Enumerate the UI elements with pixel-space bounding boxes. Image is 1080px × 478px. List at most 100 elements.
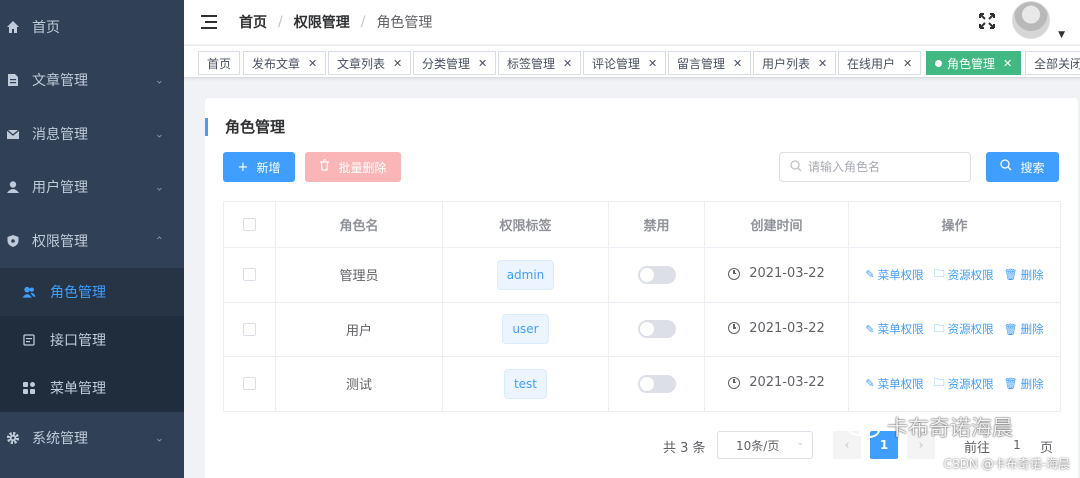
sidebar-item-api-management[interactable]: 接口管理 — [0, 316, 184, 364]
add-button[interactable]: + 新增 — [223, 152, 295, 182]
sidebar-item-role-management[interactable]: 角色管理 — [0, 267, 184, 316]
disable-switch[interactable] — [637, 320, 676, 339]
delete-button[interactable]: 🗑 删除 — [1004, 374, 1044, 393]
folder-icon: 🗀 — [933, 376, 945, 390]
batch-delete-button[interactable]: 批量删除 — [305, 152, 401, 182]
page-size-select[interactable]: 10条/页 ⌄ — [717, 431, 813, 459]
menu-permission-button[interactable]: ✎ 菜单权限 — [865, 320, 923, 339]
delete-button[interactable]: 🗑 删除 — [1004, 320, 1044, 339]
card-title: 角色管理 — [205, 118, 285, 136]
trash-icon: 🗑 — [1003, 322, 1018, 336]
gear-icon — [6, 431, 20, 445]
tag-user-list[interactable]: 用户列表 ✕ — [753, 51, 837, 75]
chevron-down-icon: ⌄ — [154, 431, 164, 445]
hamburger-icon[interactable] — [201, 15, 217, 29]
disable-switch[interactable] — [637, 374, 676, 393]
search-input[interactable] — [808, 160, 958, 174]
breadcrumb-separator: / — [278, 14, 283, 30]
users-icon — [22, 285, 36, 299]
tag-publish-article[interactable]: 发布文章 ✕ — [243, 51, 327, 75]
tag-online-users[interactable]: 在线用户 ✕ — [838, 51, 922, 75]
tag-label: 分类管理 — [422, 56, 471, 71]
tag-article-list[interactable]: 文章列表 ✕ — [328, 51, 412, 75]
tag-label: 首页 — [207, 56, 232, 71]
chevron-down-icon: ⌄ — [796, 438, 804, 448]
close-icon[interactable]: ✕ — [563, 57, 572, 70]
search-button[interactable]: 搜索 — [986, 152, 1059, 182]
permission-tag: test — [503, 368, 548, 399]
tag-category[interactable]: 分类管理 ✕ — [413, 51, 497, 75]
tag-label-management[interactable]: 标签管理 ✕ — [498, 51, 582, 75]
tag-label: 角色管理 — [947, 56, 996, 71]
permissions-submenu: 角色管理 接口管理 菜单管理 — [0, 267, 184, 412]
close-icon[interactable]: ✕ — [478, 57, 487, 70]
close-icon[interactable]: ✕ — [1003, 57, 1012, 70]
table-row: 管理员 admin 2021-03-22 ✎ 菜单权限 🗀 资源权限 🗑 删除 — [223, 247, 1061, 303]
mail-icon — [6, 127, 20, 141]
breadcrumb-item[interactable]: 权限管理 — [294, 12, 350, 32]
sidebar-item-home[interactable]: 首页 — [0, 0, 184, 54]
sidebar-item-messages[interactable]: 消息管理 ⌄ — [0, 107, 184, 161]
permission-tag: admin — [496, 259, 555, 290]
breadcrumb-item[interactable]: 首页 — [239, 12, 267, 32]
resource-permission-button[interactable]: 🗀 资源权限 — [934, 265, 994, 284]
sidebar-item-users[interactable]: 用户管理 ⌄ — [0, 161, 184, 215]
page-size-value: 10条/页 — [736, 438, 780, 453]
resource-permission-button[interactable]: 🗀 资源权限 — [934, 320, 994, 339]
role-name-cell: 管理员 — [275, 247, 443, 303]
clock-icon — [728, 376, 741, 389]
shield-icon — [6, 234, 20, 248]
api-icon — [22, 333, 36, 347]
tag-label: 评论管理 — [592, 56, 641, 71]
menu-permission-button[interactable]: ✎ 菜单权限 — [865, 374, 923, 393]
table-row: 测试 test 2021-03-22 ✎ 菜单权限 🗀 资源权限 🗑 删除 — [223, 356, 1061, 412]
tag-close-all[interactable]: 全部关闭 — [1025, 51, 1080, 75]
close-icon[interactable]: ✕ — [393, 57, 402, 70]
sidebar-item-articles[interactable]: 文章管理 ⌄ — [0, 54, 184, 108]
document-icon — [6, 73, 20, 87]
sidebar-item-label: 消息管理 — [32, 126, 88, 143]
disable-switch[interactable] — [637, 265, 676, 284]
resource-permission-button[interactable]: 🗀 资源权限 — [934, 374, 994, 393]
select-all-checkbox[interactable] — [243, 218, 256, 231]
sidebar-item-permissions[interactable]: 权限管理 ⌃ — [0, 214, 184, 268]
sidebar-item-label: 首页 — [32, 19, 60, 36]
tag-label: 在线用户 — [847, 56, 896, 71]
action-label: 删除 — [1020, 322, 1044, 337]
tag-home[interactable]: 首页 — [198, 51, 241, 75]
select-all-cell — [223, 201, 276, 248]
row-checkbox[interactable] — [243, 268, 256, 282]
pagination-total: 共 3 条 — [663, 441, 706, 456]
avatar[interactable] — [1012, 1, 1050, 39]
row-checkbox[interactable] — [243, 377, 256, 391]
fullscreen-icon[interactable] — [978, 12, 996, 30]
sidebar-item-label: 接口管理 — [50, 332, 106, 349]
plus-icon: + — [237, 159, 249, 175]
sidebar-item-label: 角色管理 — [50, 284, 106, 301]
role-search-input[interactable] — [779, 152, 971, 182]
tag-label: 全部关闭 — [1034, 56, 1080, 71]
menu-permission-button[interactable]: ✎ 菜单权限 — [865, 265, 923, 284]
tag-role-management[interactable]: 角色管理 ✕ — [926, 51, 1022, 75]
sidebar-item-label: 菜单管理 — [50, 380, 106, 397]
top-navbar: 首页 / 权限管理 / 角色管理 ▼ — [184, 0, 1080, 45]
tag-messages[interactable]: 留言管理 ✕ — [668, 51, 752, 75]
breadcrumb-item-current: 角色管理 — [376, 15, 433, 31]
column-header: 创建时间 — [704, 201, 849, 248]
sidebar-item-menu-management[interactable]: 菜单管理 — [0, 364, 184, 412]
close-icon[interactable]: ✕ — [648, 57, 657, 70]
action-label: 资源权限 — [947, 267, 994, 282]
created-time: 2021-03-22 — [749, 266, 825, 281]
tag-comments[interactable]: 评论管理 ✕ — [583, 51, 667, 75]
sidebar-item-label: 用户管理 — [32, 180, 88, 197]
caret-down-icon[interactable]: ▼ — [1058, 30, 1065, 40]
close-icon[interactable]: ✕ — [903, 57, 912, 70]
sidebar-item-system[interactable]: 系统管理 ⌄ — [0, 412, 184, 466]
role-name-cell: 测试 — [275, 356, 443, 412]
close-icon[interactable]: ✕ — [733, 57, 742, 70]
row-checkbox[interactable] — [243, 322, 256, 336]
close-icon[interactable]: ✕ — [818, 57, 827, 70]
tag-label: 发布文章 — [252, 56, 301, 71]
close-icon[interactable]: ✕ — [308, 57, 317, 70]
delete-button[interactable]: 🗑 删除 — [1004, 265, 1044, 284]
